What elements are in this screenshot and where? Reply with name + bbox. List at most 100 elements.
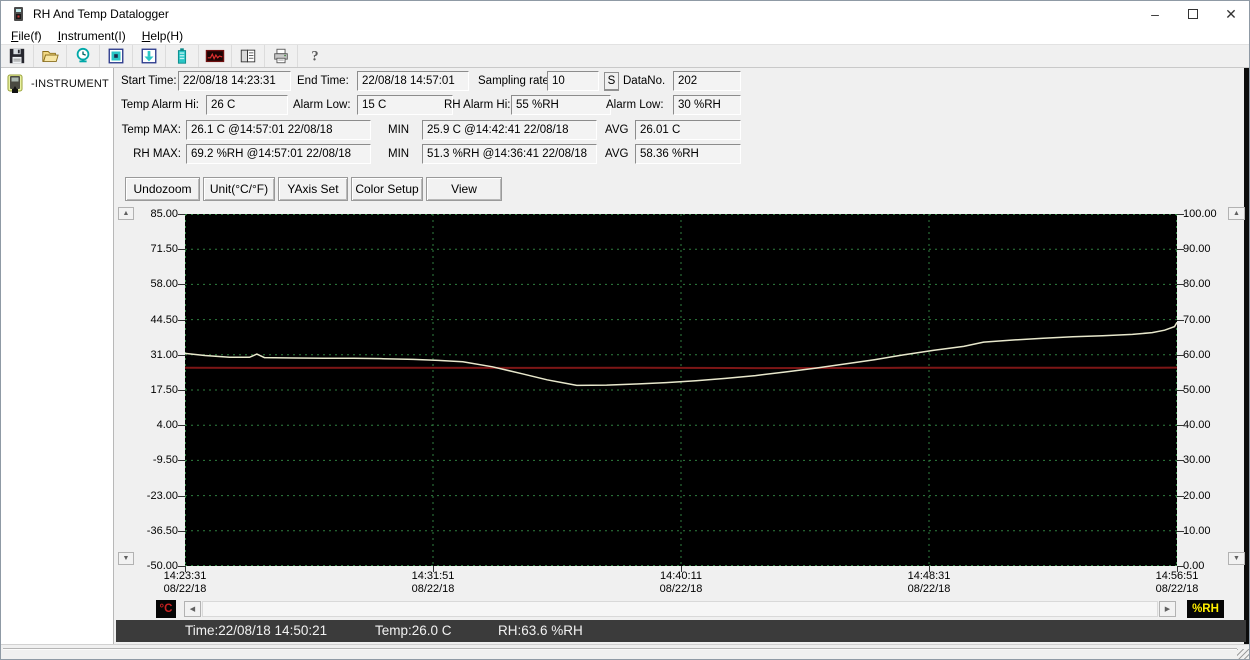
time-setup-button[interactable] (67, 45, 100, 67)
x-tick-label: 14:56:5108/22/18 (1140, 570, 1214, 596)
y-left-tick-label: 17.50 (132, 384, 178, 397)
waveform-view-icon (205, 47, 225, 65)
minimize-button[interactable]: – (1135, 1, 1175, 27)
y-left-tick-label: 31.00 (132, 349, 178, 362)
menu-item-file[interactable]: File(f) (3, 28, 50, 44)
instrument-tree-panel: -INSTRUMENT (1, 68, 114, 644)
y-right-tick-label: 30.00 (1183, 454, 1229, 467)
app-window: RH And Temp Datalogger – ✕ File(f)Instru… (0, 0, 1250, 660)
temp-min-field: 25.9 C @14:42:41 22/08/18 (422, 120, 597, 140)
tick-mark (1177, 284, 1184, 285)
battery-status-button[interactable] (166, 45, 199, 67)
y-left-tick-label: 4.00 (132, 419, 178, 432)
chart-toolbar: UndozoomUnit(°C/°F)YAxis SetColor SetupV… (125, 177, 505, 201)
right-axis-scroll-down-button[interactable]: ▼ (1228, 552, 1245, 565)
temp-avg-field: 26.01 C (635, 120, 741, 140)
printer-icon (272, 47, 290, 65)
y-right-tick-label: 20.00 (1183, 490, 1229, 503)
undozoom-button[interactable]: Undozoom (125, 177, 200, 201)
y-right-tick-label: 70.00 (1183, 314, 1229, 327)
unit-button[interactable]: Unit(°C/°F) (203, 177, 275, 201)
tick-mark (178, 531, 185, 532)
right-axis-scroll-up-button[interactable]: ▲ (1228, 207, 1245, 220)
x-tick-label: 14:31:5108/22/18 (396, 570, 470, 596)
tick-mark (1177, 355, 1184, 356)
y-left-tick-label: 85.00 (132, 208, 178, 221)
color-setup-button[interactable]: Color Setup (351, 177, 423, 201)
sampling-rate-field: 10 (547, 71, 599, 91)
y-right-tick-label: 100.00 (1183, 208, 1229, 221)
view-button[interactable]: View (426, 177, 502, 201)
cursor-rh: RH:63.6 %RH (498, 620, 583, 642)
yaxis-set-button[interactable]: YAxis Set (278, 177, 348, 201)
y-left-tick-label: -36.50 (132, 525, 178, 538)
save-button[interactable] (1, 45, 34, 67)
tick-mark (178, 355, 185, 356)
download-arrow-icon (140, 47, 158, 65)
battery-icon (173, 47, 191, 65)
s-button[interactable]: S (604, 72, 619, 91)
data-list-icon (239, 47, 257, 65)
instrument-download-button[interactable] (100, 45, 133, 67)
download-data-button[interactable] (133, 45, 166, 67)
datano-label: DataNo. (623, 71, 665, 91)
sidebar-item-instrument[interactable]: -INSTRUMENT (7, 74, 109, 94)
temp-max-field: 26.1 C @14:57:01 22/08/18 (186, 120, 371, 140)
status-bar-panel (3, 648, 1237, 660)
y-right-tick-label: 90.00 (1183, 243, 1229, 256)
titlebar: RH And Temp Datalogger – ✕ (1, 1, 1250, 27)
y-left-tick-label: 44.50 (132, 314, 178, 327)
tick-mark (929, 566, 930, 572)
left-axis-scroll-up-button[interactable]: ▲ (118, 207, 134, 220)
temp-alarm-low-label: Alarm Low: (293, 95, 351, 115)
temp-max-label: Temp MAX: (111, 120, 181, 140)
tick-mark (1177, 320, 1184, 321)
y-left-tick-label: -23.00 (132, 490, 178, 503)
help-icon: ? (306, 47, 324, 65)
open-folder-icon (41, 47, 59, 65)
temp-avg-label: AVG (605, 120, 628, 140)
tick-mark (178, 390, 185, 391)
y-right-tick-label: 10.00 (1183, 525, 1229, 538)
tick-mark (681, 566, 682, 572)
about-button[interactable]: ? (298, 45, 331, 67)
menu-item-instrument[interactable]: Instrument(I) (50, 28, 134, 44)
print-button[interactable] (265, 45, 298, 67)
tick-mark (1177, 249, 1184, 250)
rh-unit-badge: %RH (1187, 600, 1224, 618)
left-axis-scroll-down-button[interactable]: ▼ (118, 552, 134, 565)
status-bar (1, 644, 1250, 660)
temp-alarm-hi-field: 26 C (206, 95, 288, 115)
rh-min-label: MIN (388, 144, 409, 164)
x-scrollbar-track[interactable] (202, 601, 1158, 617)
x-tick-label: 14:40:1108/22/18 (644, 570, 718, 596)
tick-mark (178, 214, 185, 215)
cursor-readout-bar: Time:22/08/18 14:50:21 Temp:26.0 C RH:63… (116, 620, 1246, 642)
rh-min-field: 51.3 %RH @14:36:41 22/08/18 (422, 144, 597, 164)
tick-mark (178, 566, 185, 567)
clock-setup-icon (74, 47, 92, 65)
data-list-button[interactable] (232, 45, 265, 67)
tick-mark (178, 249, 185, 250)
resize-grip[interactable] (1237, 649, 1249, 660)
tick-mark (178, 320, 185, 321)
start-time-label: Start Time: (121, 71, 177, 91)
menu-item-help[interactable]: Help(H) (134, 28, 191, 44)
view-curve-button[interactable] (199, 45, 232, 67)
open-button[interactable] (34, 45, 67, 67)
rh-alarm-hi-label: RH Alarm Hi: (444, 95, 510, 115)
close-button[interactable]: ✕ (1211, 1, 1250, 27)
x-scroll-right-button[interactable]: ▶ (1159, 601, 1176, 617)
temp-alarm-hi-label: Temp Alarm Hi: (121, 95, 199, 115)
maximize-button[interactable] (1173, 1, 1213, 27)
instrument-download-icon (107, 47, 125, 65)
datano-field: 202 (673, 71, 741, 91)
app-icon (11, 6, 26, 22)
x-tick-label: 14:48:3108/22/18 (892, 570, 966, 596)
rh-max-label: RH MAX: (111, 144, 181, 164)
tick-mark (178, 425, 185, 426)
tick-mark (1177, 214, 1184, 215)
rh-alarm-low-field: 30 %RH (673, 95, 741, 115)
chart-plot[interactable] (185, 214, 1177, 566)
x-scroll-left-button[interactable]: ◀ (184, 601, 201, 617)
